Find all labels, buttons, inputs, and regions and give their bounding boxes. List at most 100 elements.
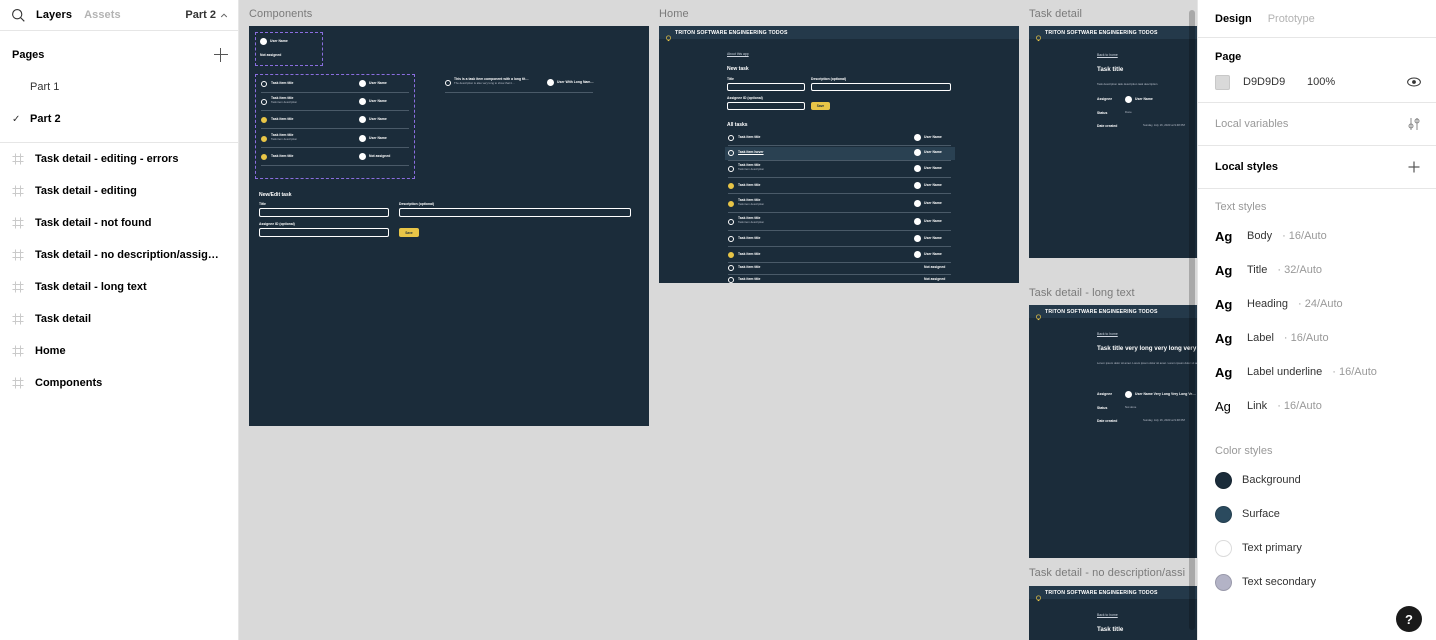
back-to-home-link[interactable]: Back to home (1097, 332, 1118, 337)
frame-components[interactable]: User Name Not assigned Task item title U… (249, 26, 649, 426)
save-button[interactable]: Save (399, 228, 419, 237)
page-check-icon: ✓ (12, 113, 21, 125)
layer-item-label: Components (35, 377, 103, 389)
about-link[interactable]: About this app (727, 52, 749, 57)
color-style-text-primary[interactable]: Text primary (1198, 531, 1436, 565)
layer-item-task-detail-editing[interactable]: Task detail - editing (0, 175, 238, 207)
title-input[interactable] (727, 83, 805, 91)
page-background-row[interactable]: D9D9D9 100% (1198, 70, 1436, 102)
text-style-meta: · 32/Auto (1277, 264, 1323, 276)
page-selector[interactable]: Part 2 (185, 9, 228, 21)
task-checkbox-done-icon[interactable] (728, 183, 734, 189)
help-button[interactable]: ? (1396, 606, 1422, 632)
text-styles-group: Text styles Ag Body · 16/Auto Ag Title ·… (1198, 189, 1436, 433)
text-style-label[interactable]: Ag Label · 16/Auto (1198, 321, 1436, 355)
color-swatch[interactable] (1215, 539, 1232, 557)
task-item-hover-title[interactable]: Task item hover (738, 150, 764, 155)
frame-task-detail-no-description[interactable]: TRITON SOFTWARE ENGINEERING TODOS Back t… (1029, 586, 1197, 640)
task-checkbox-icon[interactable] (728, 277, 734, 283)
task-checkbox-icon[interactable] (261, 81, 267, 87)
color-style-text-secondary[interactable]: Text secondary (1198, 565, 1436, 599)
task-checkbox-icon[interactable] (728, 166, 734, 172)
frame-label-task-detail-no-description[interactable]: Task detail - no description/assi (1029, 567, 1185, 579)
back-to-home-link[interactable]: Back to home (1097, 53, 1118, 58)
text-style-label-underline[interactable]: Ag Label underline · 16/Auto (1198, 355, 1436, 389)
task-checkbox-done-icon[interactable] (261, 154, 267, 160)
task-checkbox-icon[interactable] (728, 236, 734, 242)
text-style-body[interactable]: Ag Body · 16/Auto (1198, 219, 1436, 253)
layer-item-label: Task detail (35, 313, 92, 325)
color-swatch[interactable] (1215, 505, 1232, 523)
text-style-title[interactable]: Ag Title · 32/Auto (1198, 253, 1436, 287)
layer-item-home[interactable]: Home (0, 335, 238, 367)
description-input[interactable] (399, 208, 631, 217)
tab-assets[interactable]: Assets (84, 9, 121, 21)
title-input[interactable] (259, 208, 389, 217)
page-item-part-2[interactable]: ✓ Part 2 (0, 103, 238, 135)
eye-icon[interactable] (1406, 74, 1422, 90)
frame-task-detail-long-text[interactable]: TRITON SOFTWARE ENGINEERING TODOS Back t… (1029, 305, 1197, 558)
design-canvas[interactable]: Components User Name Not assigned Task i… (239, 0, 1197, 640)
color-swatch[interactable] (1215, 471, 1232, 489)
avatar (260, 38, 267, 45)
frame-label-task-detail-long-text[interactable]: Task detail - long text (1029, 287, 1135, 299)
task-checkbox-done-icon[interactable] (728, 252, 734, 258)
save-button[interactable]: Save (811, 102, 830, 110)
task-checkbox-icon[interactable] (728, 219, 734, 225)
task-checkbox-icon[interactable] (445, 80, 451, 86)
frame-label-task-detail[interactable]: Task detail (1029, 8, 1082, 20)
page-color-opacity[interactable]: 100% (1307, 76, 1335, 88)
frame-home[interactable]: TRITON SOFTWARE ENGINEERING TODOS About … (659, 26, 1019, 283)
layer-item-task-detail-not-found[interactable]: Task detail - not found (0, 207, 238, 239)
page-color-swatch[interactable] (1215, 74, 1230, 90)
text-style-link[interactable]: Ag Link · 16/Auto (1198, 389, 1436, 423)
color-style-background[interactable]: Background (1198, 463, 1436, 497)
canvas-vertical-scrollbar[interactable] (1189, 10, 1195, 630)
frame-task-detail[interactable]: TRITON SOFTWARE ENGINEERING TODOS Back t… (1029, 26, 1197, 258)
avatar (914, 134, 921, 141)
color-style-surface[interactable]: Surface (1198, 497, 1436, 531)
add-page-button[interactable] (214, 48, 228, 62)
layer-item-task-detail-no-description[interactable]: Task detail - no description/assig… (0, 239, 238, 271)
assignee-field-label: Assignee ID (optional) (727, 96, 763, 100)
tab-layers[interactable]: Layers (36, 9, 72, 21)
task-checkbox-icon[interactable] (728, 150, 734, 156)
layer-item-task-detail-editing-errors[interactable]: Task detail - editing - errors (0, 143, 238, 175)
frame-label-components[interactable]: Components (249, 8, 312, 20)
page-item-part-1[interactable]: Part 1 (0, 71, 238, 103)
search-icon[interactable] (10, 7, 27, 24)
divider (728, 160, 951, 161)
title-field-label: Title (727, 77, 734, 81)
task-checkbox-icon[interactable] (261, 99, 267, 105)
divider (261, 165, 409, 166)
task-checkbox-icon[interactable] (728, 265, 734, 271)
task-item-title: Task item title (738, 265, 761, 269)
task-checkbox-done-icon[interactable] (261, 117, 267, 123)
assignee-input[interactable] (727, 102, 805, 110)
tab-prototype[interactable]: Prototype (1268, 13, 1315, 25)
sliders-icon[interactable] (1406, 116, 1422, 132)
color-swatch[interactable] (1215, 573, 1232, 591)
description-input[interactable] (811, 83, 951, 91)
frame-label-home[interactable]: Home (659, 8, 689, 20)
task-checkbox-icon[interactable] (728, 135, 734, 141)
layer-item-task-detail[interactable]: Task detail (0, 303, 238, 335)
assignee-user-name: User Name (270, 39, 288, 43)
design-prototype-tabs: Design Prototype (1198, 0, 1436, 38)
text-style-heading[interactable]: Ag Heading · 24/Auto (1198, 287, 1436, 321)
plus-icon[interactable] (1406, 159, 1422, 175)
task-checkbox-done-icon[interactable] (261, 136, 267, 142)
tab-design[interactable]: Design (1215, 13, 1252, 25)
avatar (914, 251, 921, 258)
back-to-home-link[interactable]: Back to home (1097, 613, 1118, 618)
frame-icon (12, 377, 24, 389)
page-color-hex[interactable]: D9D9D9 (1243, 76, 1307, 88)
color-style-name: Text secondary (1242, 576, 1316, 588)
avatar (914, 235, 921, 242)
layer-item-components[interactable]: Components (0, 367, 238, 399)
assignee-input[interactable] (259, 228, 389, 237)
local-variables-section[interactable]: Local variables (1198, 103, 1436, 146)
task-checkbox-done-icon[interactable] (728, 201, 734, 207)
layer-item-task-detail-long-text[interactable]: Task detail - long text (0, 271, 238, 303)
layer-item-label: Task detail - editing (35, 185, 137, 197)
